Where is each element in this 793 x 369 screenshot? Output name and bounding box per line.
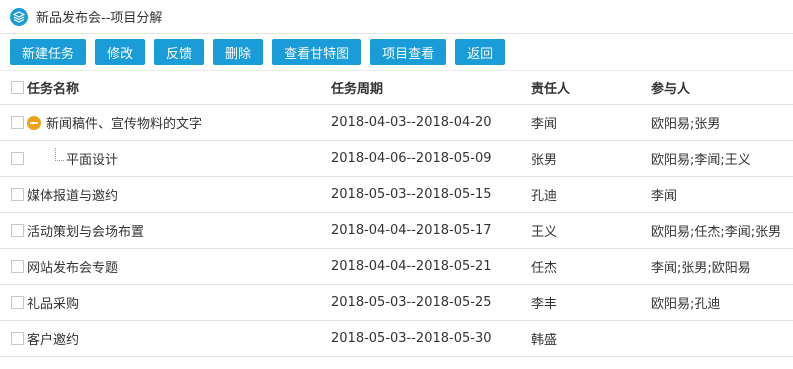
task-participants: 欧阳易;李闻;王义: [650, 140, 793, 177]
task-owner: 韩盛: [530, 320, 650, 357]
task-owner: 任杰: [530, 248, 650, 285]
task-name: 活动策划与会场布置: [27, 225, 145, 240]
task-owner: 李闻: [530, 104, 650, 141]
table-row[interactable]: 活动策划与会场布置 2018-04-04--2018-05-17 王义 欧阳易;…: [0, 212, 793, 249]
table-header-row: 任务名称 任务周期 责任人 参与人: [0, 70, 793, 105]
task-participants: 李闻;张男;欧阳易: [650, 248, 793, 285]
column-header-period[interactable]: 任务周期: [330, 70, 530, 105]
task-participants: 欧阳易;任杰;李闻;张男: [650, 212, 793, 249]
layers-icon: [10, 7, 28, 26]
row-checkbox[interactable]: [11, 152, 24, 165]
collapse-icon[interactable]: [27, 115, 41, 130]
toolbar: 新建任务 修改 反馈 删除 查看甘特图 项目查看 返回: [0, 34, 793, 70]
project-view-button[interactable]: 项目查看: [370, 39, 447, 65]
task-name: 平面设计: [66, 153, 119, 168]
task-owner: 孔迪: [530, 176, 650, 213]
row-checkbox[interactable]: [11, 188, 24, 201]
table-row[interactable]: 媒体报道与邀约 2018-05-03--2018-05-15 孔迪 李闻: [0, 176, 793, 213]
task-name: 网站发布会专题: [27, 261, 119, 276]
page-title: 新品发布会--项目分解: [36, 11, 163, 26]
task-period: 2018-04-04--2018-05-21: [330, 248, 530, 285]
back-button[interactable]: 返回: [455, 39, 506, 65]
new-task-button[interactable]: 新建任务: [10, 39, 87, 65]
table-row[interactable]: 礼品采购 2018-05-03--2018-05-25 李丰 欧阳易;孔迪: [0, 284, 793, 321]
column-header-owner[interactable]: 责任人: [530, 70, 650, 105]
task-name: 礼品采购: [27, 297, 80, 312]
task-period: 2018-04-04--2018-05-17: [330, 212, 530, 249]
task-name: 新闻稿件、宣传物料的文字: [46, 117, 203, 132]
task-period: 2018-05-03--2018-05-30: [330, 320, 530, 357]
task-name: 客户邀约: [27, 333, 80, 348]
task-participants: 李闻: [650, 176, 793, 213]
task-participants: 欧阳易;张男: [650, 104, 793, 141]
row-checkbox[interactable]: [11, 296, 24, 309]
table-row[interactable]: 新闻稿件、宣传物料的文字 2018-04-03--2018-04-20 李闻 欧…: [0, 104, 793, 141]
task-period: 2018-05-03--2018-05-15: [330, 176, 530, 213]
task-period: 2018-04-03--2018-04-20: [330, 104, 530, 141]
row-checkbox[interactable]: [11, 116, 24, 129]
row-checkbox[interactable]: [11, 224, 24, 237]
title-bar: 新品发布会--项目分解: [0, 0, 793, 34]
column-header-participants[interactable]: 参与人: [650, 70, 793, 105]
feedback-button[interactable]: 反馈: [154, 39, 205, 65]
task-owner: 李丰: [530, 284, 650, 321]
table-row[interactable]: 网站发布会专题 2018-04-04--2018-05-21 任杰 李闻;张男;…: [0, 248, 793, 285]
task-owner: 张男: [530, 140, 650, 177]
task-period: 2018-04-06--2018-05-09: [330, 140, 530, 177]
table-row[interactable]: 客户邀约 2018-05-03--2018-05-30 韩盛: [0, 320, 793, 357]
task-table: 任务名称 任务周期 责任人 参与人 新闻稿件、宣传物料的文字 2018-04-0…: [0, 70, 793, 357]
delete-button[interactable]: 删除: [213, 39, 264, 65]
column-header-task-name[interactable]: 任务名称: [26, 70, 330, 105]
view-gantt-button[interactable]: 查看甘特图: [272, 39, 362, 65]
select-all-checkbox[interactable]: [11, 81, 24, 94]
task-participants: [650, 320, 793, 357]
row-checkbox[interactable]: [11, 332, 24, 345]
tree-connector-line: [55, 148, 64, 161]
task-owner: 王义: [530, 212, 650, 249]
edit-button[interactable]: 修改: [95, 39, 146, 65]
task-participants: 欧阳易;孔迪: [650, 284, 793, 321]
row-checkbox[interactable]: [11, 260, 24, 273]
task-period: 2018-05-03--2018-05-25: [330, 284, 530, 321]
table-row[interactable]: 平面设计 2018-04-06--2018-05-09 张男 欧阳易;李闻;王义: [0, 140, 793, 177]
task-name: 媒体报道与邀约: [27, 189, 119, 204]
